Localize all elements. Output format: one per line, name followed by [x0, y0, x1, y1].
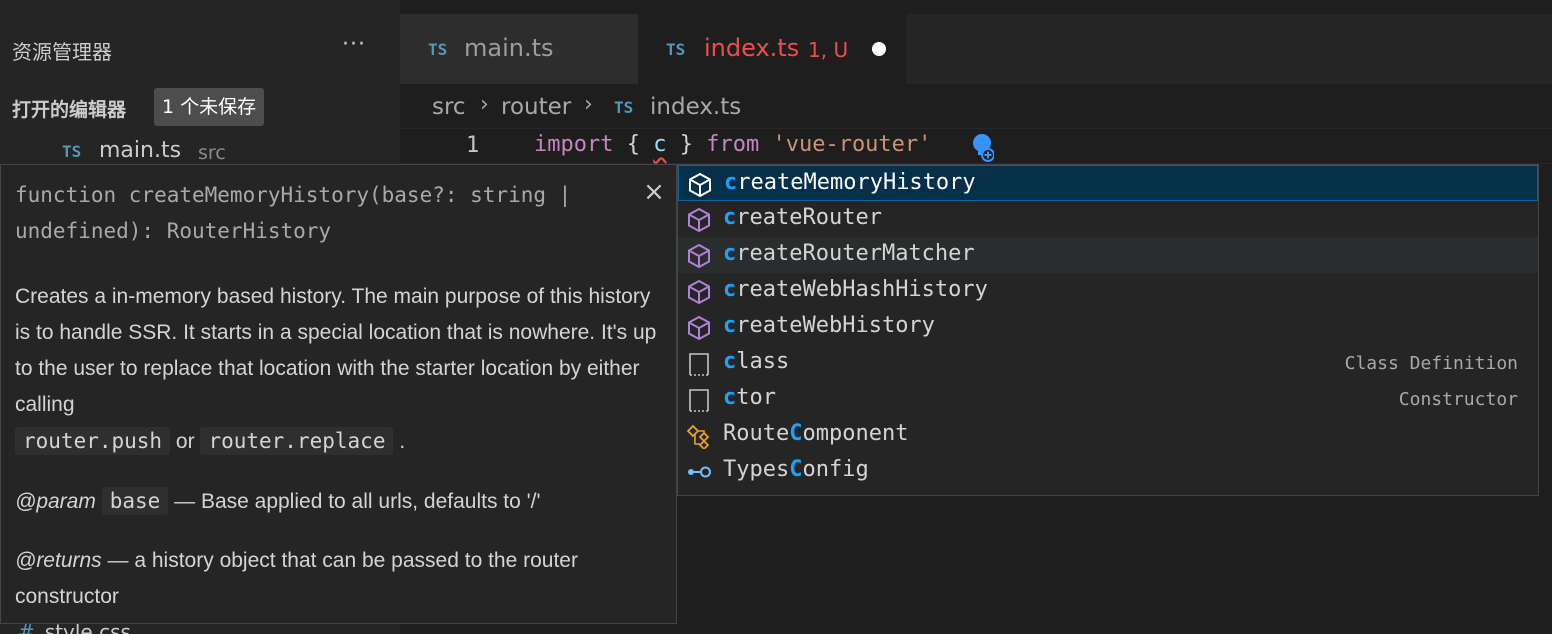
tab-label: main.ts — [464, 34, 554, 62]
suggest-detail: Constructor — [1398, 389, 1518, 410]
suggest-label: createRouter — [723, 205, 882, 230]
suggest-item[interactable]: class Class Definition — [678, 345, 1538, 381]
module-string: 'vue-router' — [772, 132, 932, 157]
open-brace: { — [626, 132, 640, 157]
suggest-item[interactable]: createRouterMatcher — [678, 237, 1538, 273]
code-router-replace: router.replace — [200, 427, 394, 455]
suggest-item[interactable]: TypesConfig — [678, 453, 1538, 489]
keyword-import: import — [534, 132, 614, 157]
typescript-file-icon: TS — [614, 98, 634, 117]
doc-returns: @returns — a history object that can be … — [15, 549, 578, 608]
typescript-file-icon: TS — [428, 40, 448, 59]
suggest-item[interactable]: createRouter — [678, 201, 1538, 237]
breadcrumb-file[interactable]: index.ts — [650, 94, 741, 120]
unsaved-dot-icon[interactable] — [872, 42, 886, 56]
suggest-label: createRouterMatcher — [723, 241, 975, 266]
close-icon[interactable]: × — [639, 177, 669, 207]
class-icon — [686, 424, 710, 449]
breadcrumb-router[interactable]: router — [501, 94, 571, 120]
keyword-from: from — [706, 132, 760, 157]
suggest-item[interactable]: createMemoryHistory — [678, 165, 1538, 201]
tab-problem-status: 1, U — [808, 38, 849, 62]
chevron-right-icon: › — [480, 92, 489, 117]
suggest-label: class — [723, 349, 790, 374]
cube-purple-icon — [688, 207, 710, 233]
breadcrumb-src[interactable]: src — [432, 94, 466, 120]
tab-main-ts[interactable]: TS main.ts — [400, 14, 638, 84]
interface-icon — [688, 466, 711, 478]
line-number: 1 — [466, 133, 480, 158]
typescript-file-icon: TS — [666, 40, 686, 59]
error-identifier: c — [653, 132, 667, 157]
suggest-label: RouteComponent — [723, 421, 909, 446]
editor-tabbar: TS main.ts TS index.ts 1, U — [400, 14, 1552, 84]
suggest-label: ctor — [723, 385, 776, 410]
vscode-window: 资源管理器 ··· 打开的编辑器 1 个未保存 TS main.ts src #… — [0, 0, 1552, 634]
editor-line-1[interactable]: 1 import { c } from 'vue-router' — [400, 128, 1552, 164]
open-editors-title: 打开的编辑器 — [12, 99, 127, 121]
chevron-right-icon: › — [584, 92, 593, 117]
cube-purple-icon — [688, 279, 710, 305]
breadcrumb: src › router › TS index.ts — [400, 84, 1552, 130]
suggest-item[interactable]: createWebHashHistory — [678, 273, 1538, 309]
tab-label: index.ts — [704, 34, 800, 62]
suggest-label: createWebHashHistory — [723, 277, 988, 302]
function-signature: function createMemoryHistory(base?: stri… — [15, 183, 572, 243]
snippet-icon — [689, 389, 709, 412]
suggest-item[interactable]: createWebHistory — [678, 309, 1538, 345]
code-router-push: router.push — [15, 427, 171, 455]
suggest-item[interactable]: ctor Constructor — [678, 381, 1538, 417]
lightbulb-icon[interactable] — [972, 133, 994, 163]
snippet-icon — [689, 353, 709, 376]
doc-param: @param base — Base applied to all urls, … — [15, 487, 541, 515]
code-param-base: base — [101, 487, 169, 515]
more-actions-icon[interactable]: ··· — [338, 32, 370, 60]
code-text[interactable]: import { c } from 'vue-router' — [534, 132, 931, 157]
unsaved-badge: 1 个未保存 — [154, 88, 265, 126]
explorer-title: 资源管理器 — [12, 40, 112, 64]
cube-purple-icon — [688, 315, 710, 341]
cube-purple-icon — [688, 243, 710, 269]
cube-icon — [689, 172, 711, 198]
open-editor-dir: src — [198, 142, 226, 164]
explorer-header: 资源管理器 ··· — [0, 14, 400, 86]
close-brace: } — [679, 132, 693, 157]
open-editors-section[interactable]: 打开的编辑器 1 个未保存 — [0, 86, 400, 128]
suggest-label: createMemoryHistory — [724, 170, 976, 195]
suggest-widget: createMemoryHistory createRouter createR… — [677, 164, 1539, 496]
open-editor-item[interactable]: TS main.ts src — [0, 132, 400, 168]
suggest-detail: Class Definition — [1344, 353, 1518, 374]
suggest-details-panel: function createMemoryHistory(base?: stri… — [0, 164, 677, 624]
doc-description: Creates a in-memory based history. The m… — [15, 285, 657, 455]
typescript-file-icon: TS — [62, 142, 82, 161]
suggest-item[interactable]: RouteComponent — [678, 417, 1538, 453]
suggest-label: createWebHistory — [723, 313, 935, 338]
open-editor-filename: main.ts — [99, 138, 182, 163]
tab-index-ts[interactable]: TS index.ts 1, U — [638, 14, 906, 84]
suggest-label: TypesConfig — [723, 457, 869, 482]
